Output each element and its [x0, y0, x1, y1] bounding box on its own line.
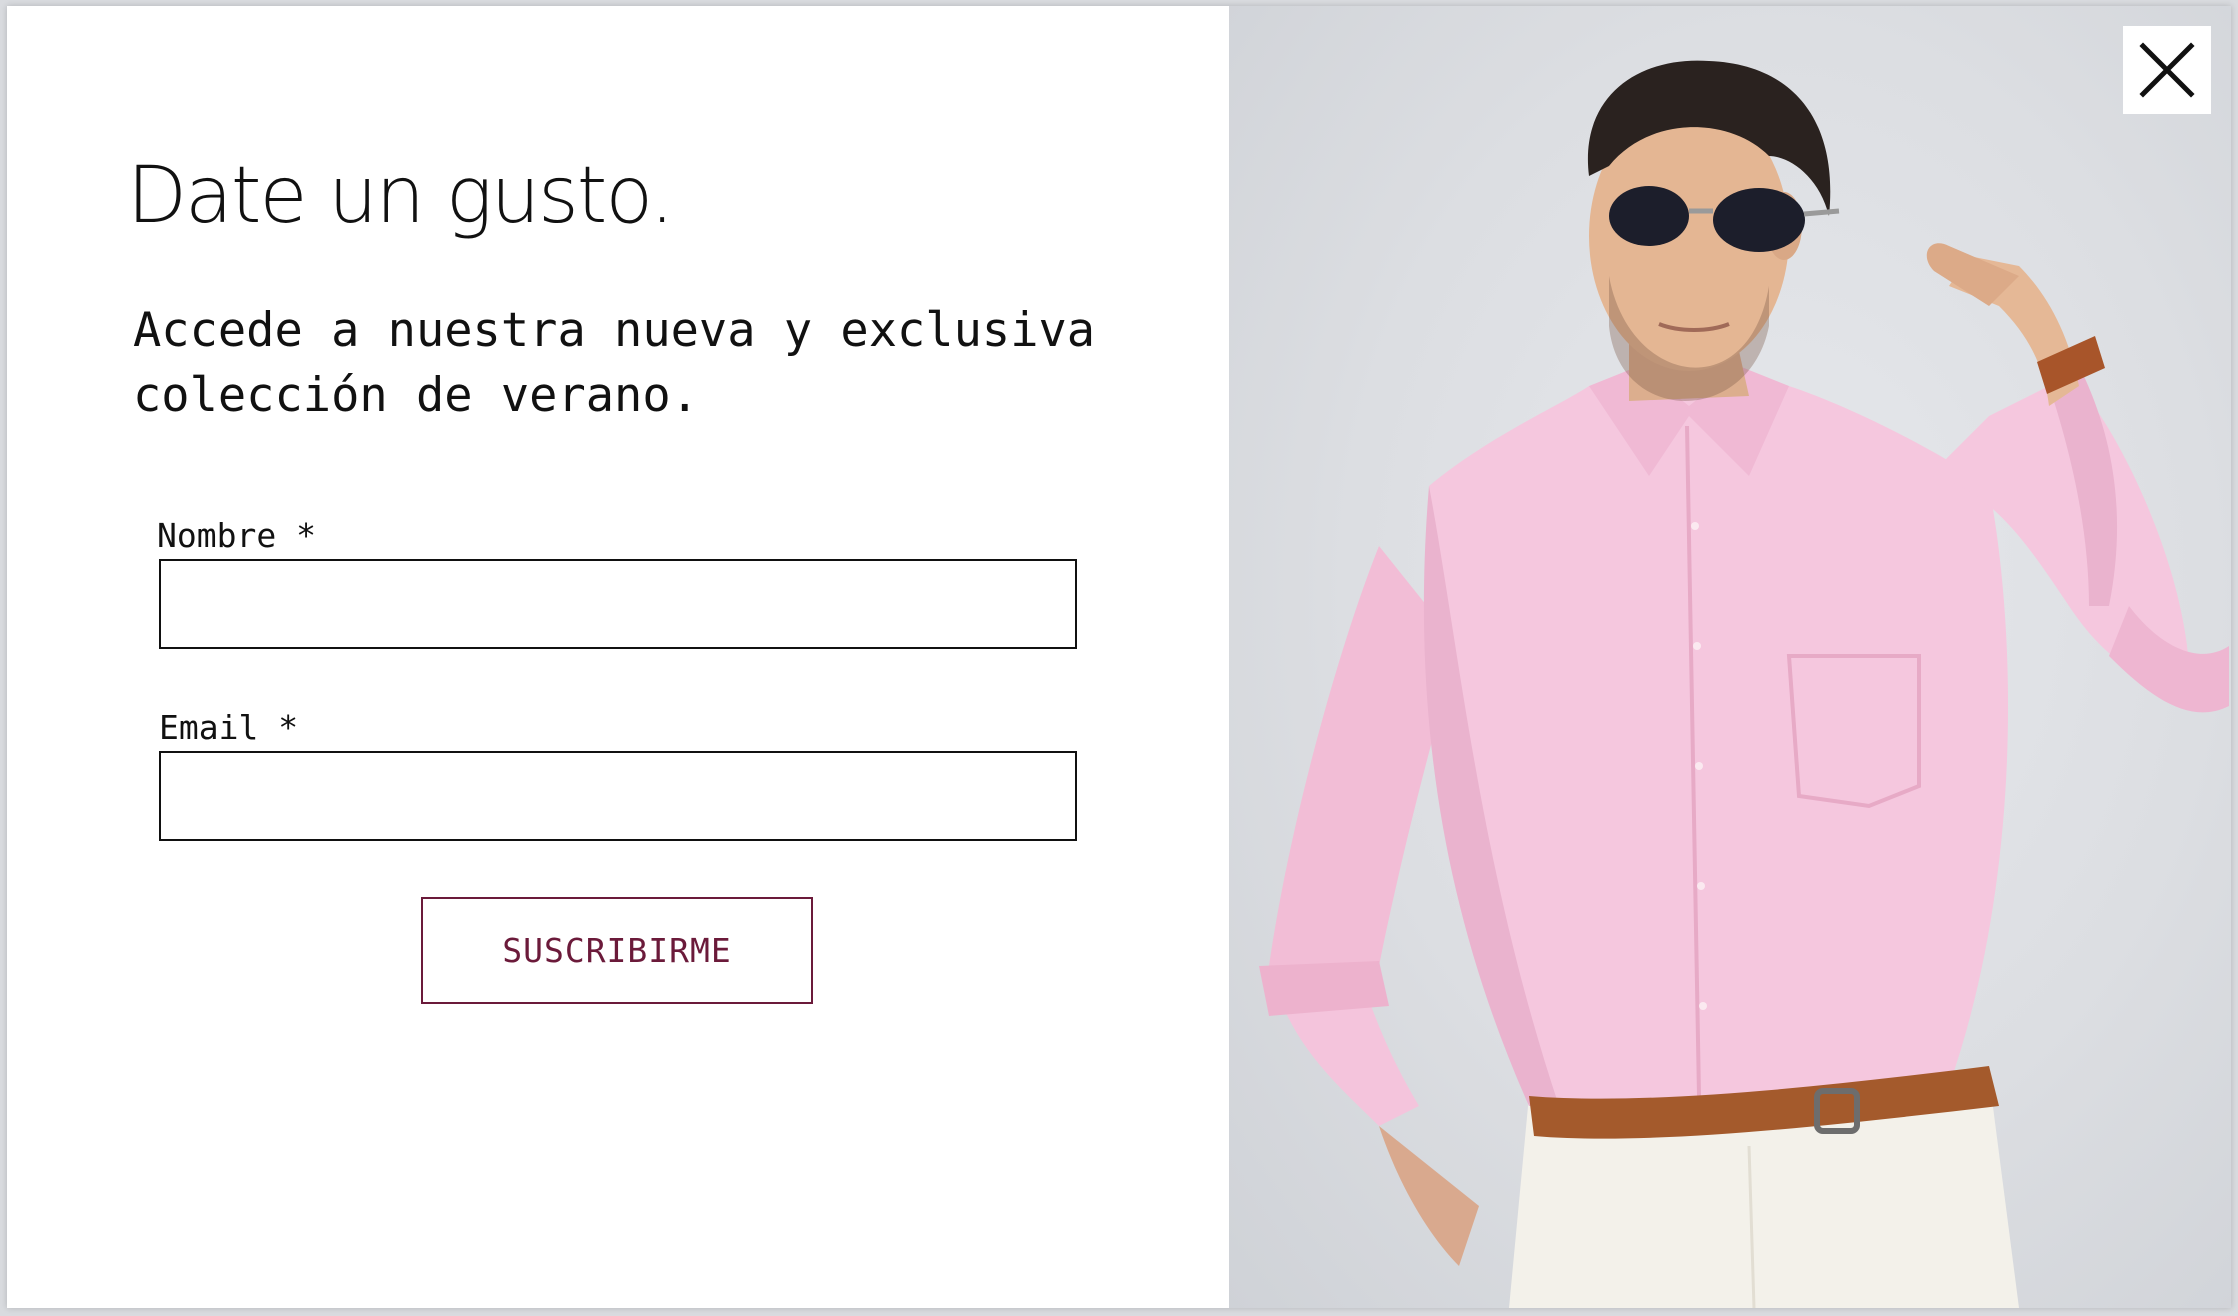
close-button[interactable]	[2123, 26, 2211, 114]
name-label: Nombre *	[157, 516, 316, 555]
popup-subtitle: Accede a nuestra nueva y exclusiva colec…	[133, 303, 1096, 423]
form-panel: Date un gusto. Accede a nuestra nueva y …	[7, 6, 1229, 1308]
name-input[interactable]	[159, 559, 1077, 649]
popup-headline: Date un gusto.	[127, 151, 674, 241]
close-icon	[2139, 42, 2195, 98]
email-input[interactable]	[159, 751, 1077, 841]
model-photo	[1229, 6, 2231, 1308]
subscribe-button[interactable]: SUSCRIBIRME	[421, 897, 813, 1004]
email-label: Email *	[159, 708, 299, 747]
subscribe-popup: Date un gusto. Accede a nuestra nueva y …	[7, 6, 2231, 1308]
model-illustration	[1259, 60, 2229, 1308]
